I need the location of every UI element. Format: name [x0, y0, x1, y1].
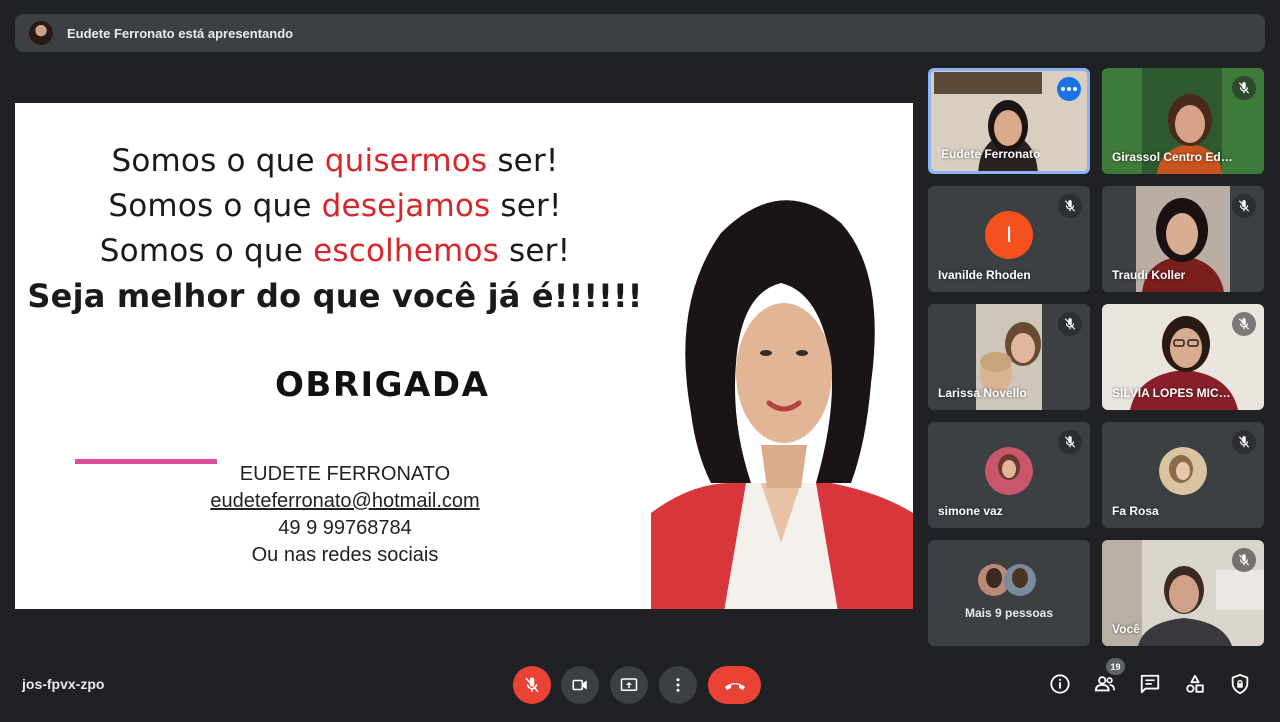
control-bar: jos-fpvx-zpo 19	[0, 650, 1280, 722]
participant-name: Larissa Novello	[938, 386, 1027, 400]
participant-name: Eudete Ferronato	[941, 147, 1041, 161]
presenter-banner: Eudete Ferronato está apresentando	[15, 14, 1265, 52]
camera-toggle-button[interactable]	[561, 666, 599, 704]
host-controls-button[interactable]	[1228, 672, 1252, 696]
slide-line-2: Somos o que desejamos ser!	[108, 188, 562, 224]
shield-lock-icon	[1231, 673, 1249, 695]
info-icon	[1050, 674, 1070, 694]
activities-icon	[1186, 674, 1204, 693]
participant-avatar	[985, 446, 1033, 495]
participant-tile-silvia[interactable]: SILVIA LOPES MIC…	[1102, 304, 1264, 410]
more-people-tile[interactable]: Mais 9 pessoas	[928, 540, 1090, 646]
presentation-slide: Somos o que quisermos ser! Somos o que d…	[15, 103, 913, 609]
meeting-code: jos-fpvx-zpo	[22, 676, 105, 692]
mic-off-icon	[1232, 430, 1256, 454]
mic-off-icon	[1058, 194, 1082, 218]
participant-name: Fa Rosa	[1112, 504, 1159, 518]
more-people-avatars	[978, 564, 1036, 596]
more-people-label: Mais 9 pessoas	[964, 606, 1054, 620]
slide-quote: Somos o que quisermos ser! Somos o que d…	[15, 139, 655, 319]
people-button[interactable]	[1093, 672, 1117, 696]
participant-avatar: I	[985, 210, 1033, 259]
slide-thanks: OBRIGADA	[275, 365, 490, 405]
mic-off-icon	[1232, 194, 1256, 218]
participant-name: Girassol Centro Ed…	[1112, 150, 1233, 164]
more-options-button[interactable]	[1057, 77, 1081, 101]
participant-tile-larissa[interactable]: Larissa Novello	[928, 304, 1090, 410]
slide-line-4: Seja melhor do que você já é!!!!!!	[27, 277, 643, 315]
mic-off-icon	[525, 677, 539, 693]
chat-button[interactable]	[1138, 672, 1162, 696]
participant-tile-eudete[interactable]: Eudete Ferronato	[928, 68, 1090, 174]
present-screen-button[interactable]	[610, 666, 648, 704]
slide-line-3: Somos o que escolhemos ser!	[99, 233, 571, 269]
mic-off-icon	[1232, 76, 1256, 100]
participant-name: simone vaz	[938, 504, 1003, 518]
people-icon	[1094, 676, 1115, 692]
contact-social: Ou nas redes sociais	[251, 544, 439, 566]
meeting-details-button[interactable]	[1048, 672, 1072, 696]
participant-avatar	[1159, 446, 1207, 495]
mic-off-icon	[1232, 548, 1256, 572]
activities-button[interactable]	[1183, 672, 1207, 696]
participant-tile-girassol[interactable]: Girassol Centro Ed…	[1102, 68, 1264, 174]
mic-off-icon	[1058, 312, 1082, 336]
presenter-text: Eudete Ferronato está apresentando	[67, 25, 294, 41]
presenter-portrait	[651, 200, 913, 609]
participant-name: Ivanilde Rhoden	[938, 268, 1031, 282]
participant-tile-fa-rosa[interactable]: Fa Rosa	[1102, 422, 1264, 528]
hang-up-icon	[724, 683, 745, 690]
participant-tile-traudi[interactable]: Traudi Koller	[1102, 186, 1264, 292]
participant-tile-simone[interactable]: simone vaz	[928, 422, 1090, 528]
contact-name: EUDETE FERRONATO	[239, 463, 451, 485]
slide-contact: EUDETE FERRONATO eudeteferronato@hotmail…	[185, 461, 505, 569]
participant-tile-ivanilde[interactable]: I Ivanilde Rhoden	[928, 186, 1090, 292]
more-vert-icon	[676, 678, 680, 692]
mic-toggle-button[interactable]	[513, 666, 551, 704]
participant-name: Traudi Koller	[1112, 268, 1186, 282]
more-options-button[interactable]	[659, 666, 697, 704]
participant-name: SILVIA LOPES MIC…	[1112, 386, 1231, 400]
mic-off-icon	[1058, 430, 1082, 454]
leave-call-button[interactable]	[708, 666, 761, 704]
present-screen-icon	[620, 678, 638, 691]
participant-tile-self[interactable]: Você	[1102, 540, 1264, 646]
contact-phone: 49 9 99768784	[278, 517, 412, 539]
presenter-avatar	[29, 21, 53, 45]
slide-line-1: Somos o que quisermos ser!	[111, 143, 559, 179]
participant-name: Você	[1112, 622, 1140, 636]
chat-icon	[1140, 674, 1160, 694]
contact-email: eudeteferronato@hotmail.com	[210, 490, 480, 512]
camera-icon	[572, 679, 587, 691]
mic-off-icon	[1232, 312, 1256, 336]
